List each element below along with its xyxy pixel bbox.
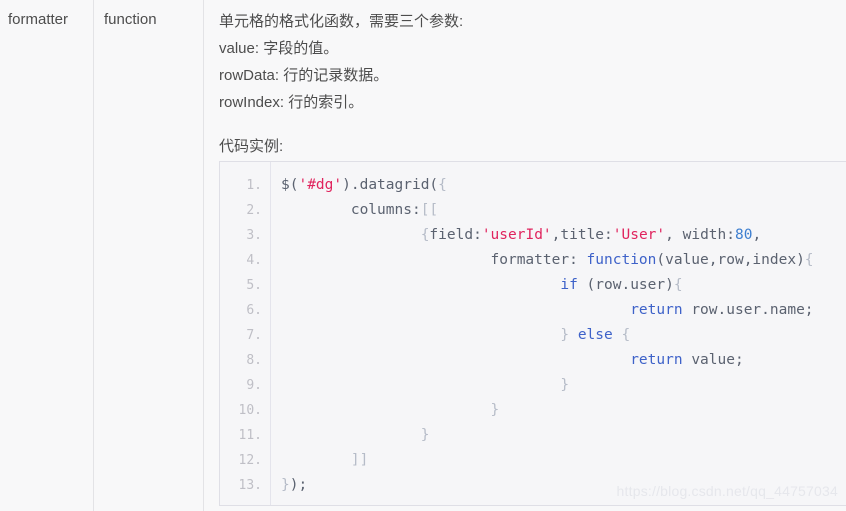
code-line: if (row.user){ bbox=[560, 277, 683, 293]
line-number: 5. bbox=[246, 278, 262, 293]
line-number: 4. bbox=[246, 253, 262, 268]
code-example-label: 代码实例: bbox=[219, 138, 284, 155]
code-line: } bbox=[490, 402, 500, 418]
column-divider-name-type bbox=[93, 0, 94, 511]
line-number: 9. bbox=[246, 378, 262, 393]
line-number: 8. bbox=[246, 353, 262, 368]
property-documentation-table: formatter function 单元格的格式化函数，需要三个参数: val… bbox=[0, 0, 846, 511]
line-number: 11. bbox=[238, 428, 262, 443]
code-source-lines[interactable]: $('#dg').datagrid({ columns:[[ {field:'u… bbox=[272, 162, 846, 505]
line-number: 7. bbox=[246, 328, 262, 343]
code-line: {field:'userId',title:'User', width:80, bbox=[420, 227, 762, 243]
description-line-summary: 单元格的格式化函数，需要三个参数: bbox=[219, 13, 464, 30]
line-number: 10. bbox=[238, 403, 262, 418]
code-line: ]] bbox=[350, 452, 369, 468]
code-line: return row.user.name; bbox=[630, 302, 814, 318]
code-line-number-gutter: 1. 2. 3. 4. 5. 6. 7. 8. 9. 10. 11. 12. 1… bbox=[220, 162, 271, 505]
code-line: } bbox=[560, 377, 570, 393]
code-line: formatter: function(value,row,index){ bbox=[281, 252, 814, 268]
code-line: return value; bbox=[630, 352, 744, 368]
code-example-block[interactable]: 1. 2. 3. 4. 5. 6. 7. 8. 9. 10. 11. 12. 1… bbox=[219, 161, 846, 506]
line-number: 3. bbox=[246, 228, 262, 243]
line-number: 6. bbox=[246, 303, 262, 318]
line-number: 12. bbox=[238, 453, 262, 468]
description-line-rowindex: rowIndex: 行的索引。 bbox=[219, 94, 364, 111]
property-type-text: function bbox=[104, 11, 157, 28]
property-type-cell: function bbox=[94, 0, 203, 31]
code-line: } bbox=[420, 427, 430, 443]
property-name-cell: formatter bbox=[0, 0, 93, 31]
line-number: 1. bbox=[246, 178, 262, 193]
line-number: 13. bbox=[238, 478, 262, 493]
code-line: } else { bbox=[560, 327, 631, 343]
csdn-watermark: https://blog.csdn.net/qq_44757034 bbox=[616, 483, 838, 499]
description-line-value: value: 字段的值。 bbox=[219, 40, 339, 57]
description-line-rowdata: rowData: 行的记录数据。 bbox=[219, 67, 389, 84]
property-name-text: formatter bbox=[8, 11, 69, 28]
code-line: columns:[[ bbox=[281, 202, 439, 218]
code-line: $('#dg').datagrid({ bbox=[281, 177, 447, 193]
line-number: 2. bbox=[246, 203, 262, 218]
